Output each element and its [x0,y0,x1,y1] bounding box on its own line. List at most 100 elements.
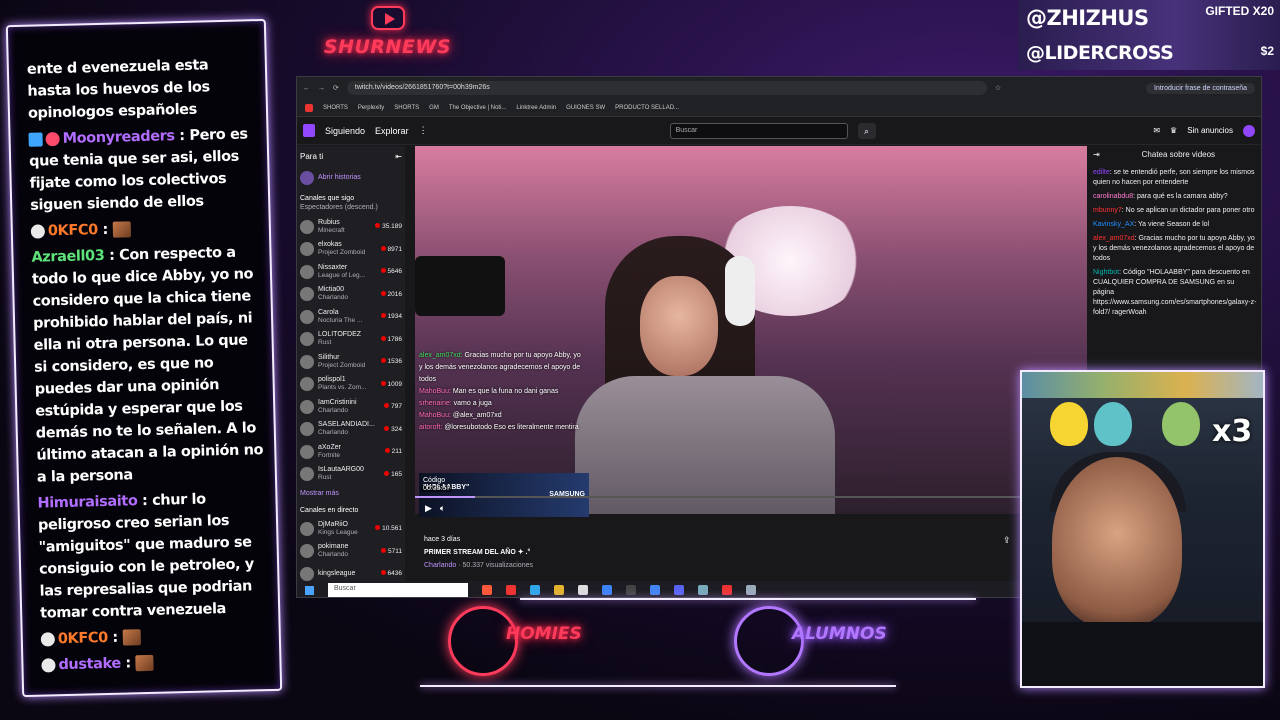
avatar [300,219,314,234]
windows-icon[interactable] [305,585,314,595]
sidebar-channel[interactable]: Silithur Project Zomboid 1536 [300,351,402,374]
bookmark-icon[interactable] [305,103,313,112]
app-icon[interactable] [698,585,708,595]
twitch-logo-icon[interactable] [303,124,315,137]
brave-icon[interactable] [482,585,492,595]
video-age: hace 3 días [424,536,461,543]
avatar [300,354,314,369]
search-icon[interactable]: ⌕ [857,122,876,139]
viewer-count: 5646 [381,268,402,275]
chat-username: 0KFC0 [47,222,99,240]
sidebar-channel[interactable]: Rubius Minecraft 35.189 [300,216,402,239]
play-icon[interactable]: ▶ [425,503,432,514]
address-bar[interactable]: twitch.tv/videos/2661851760?t=00h39m26s [346,81,987,95]
chat-username: alex_am07xd: [419,352,463,359]
video-player[interactable] [415,146,1087,514]
share-icon[interactable]: ⇪ [1003,535,1011,546]
chat-username[interactable]: edilte [1093,169,1110,176]
chrome-icon[interactable] [650,585,660,595]
show-more-link[interactable]: Mostrar más [300,490,402,497]
password-hint[interactable]: Introducir frase de contraseña [1146,82,1255,94]
supporter-name: @ZHIZHUS [1026,6,1149,30]
folder-icon[interactable] [554,585,564,595]
bookmark[interactable]: Linktree Admin [516,105,556,111]
bookmark[interactable]: GUIONES SW [566,105,605,111]
opera-icon[interactable] [506,585,516,595]
bookmark[interactable]: Perplexity [358,105,384,111]
viewer-count: 8971 [381,246,402,253]
sidebar-channel[interactable]: SASELANDIADI... Charlando 324 [300,418,402,441]
category-link[interactable]: Charlando [424,562,456,569]
alumnos-logo: ALUMNOS [734,606,894,676]
camera-icon [415,256,505,316]
more-icon[interactable]: ⋮ [419,125,428,136]
chat-text: @alex_am07xd [452,412,502,419]
crown-icon[interactable]: ♛ [1170,126,1177,135]
search-input[interactable]: Buscar [669,122,848,139]
sidebar-channel[interactable]: elxokas Project Zomboid 8971 [300,238,402,261]
bookmark[interactable]: SHORTS [394,105,419,111]
twitch-sidebar: Para ti ⇤ Abrir historias Canales que sig… [297,146,405,586]
chat-username[interactable]: Kavinsky_AX [1093,221,1134,228]
channel-game: Minecraft [318,226,345,234]
chat-username: dustake [58,655,122,674]
sidebar-channel[interactable]: Nissaxter League of Leg... 5646 [300,261,402,284]
chat-username[interactable]: Nightbot [1093,269,1119,276]
back-icon[interactable]: ← [303,85,310,92]
streamer-hoodie [575,376,835,514]
chat-username[interactable]: alex_am07xd [1093,235,1135,242]
followed-header: Canales que sigo Espectadores (descend.) [300,194,378,211]
viewer-count: 1009 [381,381,402,388]
bookmark[interactable]: GM [429,105,439,111]
no-ads-button[interactable]: Sin anuncios [1187,126,1233,135]
nav-following[interactable]: Siguiendo [325,126,365,136]
chat-username[interactable]: mbunny7 [1093,207,1122,214]
open-stories[interactable]: Abrir historias [300,167,402,190]
avatar[interactable] [1243,124,1255,137]
store-icon[interactable] [578,585,588,595]
sidebar-channel[interactable]: IsLautaARG00 Rust 165 [300,463,402,486]
avatar [300,399,314,414]
chat-username[interactable]: carolinabdu8 [1093,193,1133,200]
sidebar-channel[interactable]: Mictia00 Charlando 2016 [300,283,402,306]
shelf-background [1022,372,1263,398]
avatar [300,287,314,302]
collapse-icon[interactable]: ⇤ [395,152,402,161]
sidebar-channel[interactable]: aXoZer Fortnite 211 [300,441,402,464]
avatar [300,377,314,392]
sidebar-channel[interactable]: pokimane Charlando 5711 [300,540,402,563]
sidebar-channel[interactable]: IamCristinini Charlando 797 [300,396,402,419]
sidebar-channel[interactable]: LOLITOFDEZ Rust 1786 [300,328,402,351]
app-icon[interactable] [602,585,612,595]
sidebar-channel[interactable]: polispol1 Plants vs. Zom... 1009 [300,373,402,396]
discord-icon[interactable] [674,585,684,595]
edge-icon[interactable] [530,585,540,595]
chat-message: Himuraisaito : chur lo peligroso creo se… [37,487,268,625]
bookmark[interactable]: PRODUCTO SELLAD... [615,105,679,111]
channel-game: Fortnite [318,451,341,459]
sidebar-channel[interactable]: DjMaRiiO Kings League 10.561 [300,518,402,541]
pokeball-icon[interactable] [722,585,732,595]
bookmark[interactable]: SHORTS [323,105,348,111]
taskbar-search[interactable]: Buscar [328,583,468,597]
notifications-icon[interactable]: ✉ [1153,126,1160,135]
chat-text: : para qué es la camara abby? [1133,193,1228,200]
promo-label: Código [423,477,446,484]
expand-icon[interactable]: ⇥ [1093,150,1100,160]
stream-overlay: SHURNEWS ente d evenezuela esta hasta lo… [0,0,1280,720]
obs-icon[interactable] [626,585,636,595]
nav-explore[interactable]: Explorar [375,126,409,136]
channel-name: LOLITOFDEZ [318,331,362,339]
badge-icon [30,224,46,239]
reload-icon[interactable]: ⟳ [333,84,339,92]
forward-icon[interactable]: → [318,85,325,92]
video-title: PRIMER STREAM DEL AÑO ✦ .° [424,549,531,556]
bookmark[interactable]: The Objective | Noti... [449,105,507,111]
star-icon[interactable]: ☆ [995,84,1001,92]
play-icon [370,6,405,30]
chat-text: @loresubotodo Eso es literalmente mentir… [444,424,579,431]
sidebar-channel[interactable]: Carola Nocturia The ... 1934 [300,306,402,329]
volume-icon[interactable]: 🔈︎ [440,503,445,514]
channel-game: Charlando [318,429,348,437]
app-icon[interactable] [746,585,756,595]
